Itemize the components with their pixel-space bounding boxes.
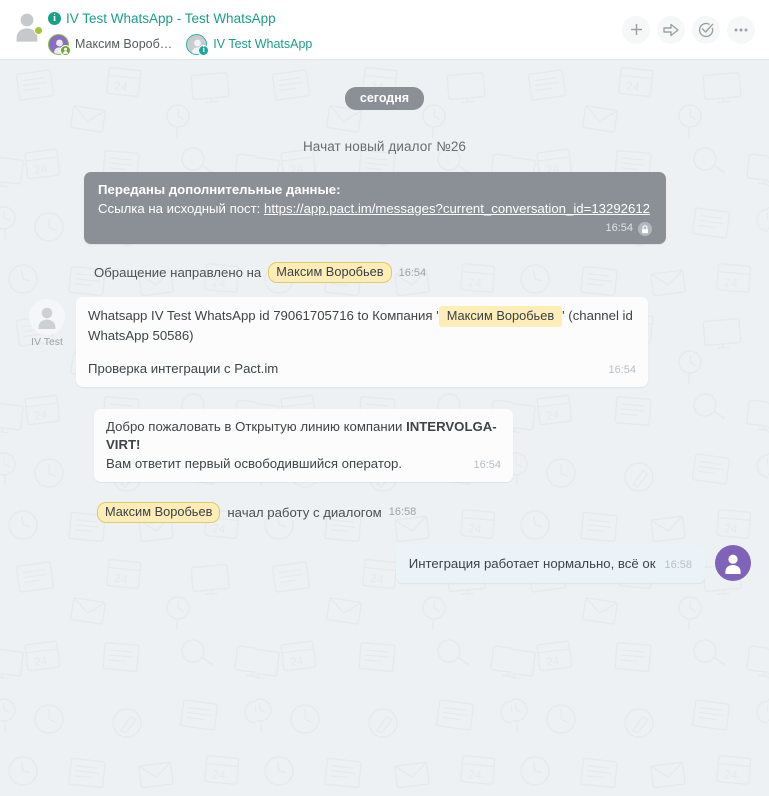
started-work-operator-chip[interactable]: Максим Воробьев: [97, 501, 221, 523]
greeting-line1-before: Добро пожаловать в Открытую линию компан…: [106, 418, 407, 434]
header-actions: [622, 15, 755, 44]
greeting-time: 16:54: [473, 459, 501, 472]
greeting-line2: Вам ответит первый освободившийся операт…: [106, 455, 403, 471]
resolve-button[interactable]: [692, 15, 720, 44]
header-text-column: i IV Test WhatsApp - Test WhatsApp Макси…: [48, 4, 312, 56]
outgoing-text: Интеграция работает нормально, всё ок: [408, 555, 656, 571]
started-work-time: 16:58: [388, 506, 417, 519]
day-divider: сегодня: [18, 78, 751, 110]
greeting-message-row: Добро пожаловать в Открытую линию компан…: [18, 408, 751, 482]
chat-window: 24 i IV Test WhatsApp - Test WhatsApp Ма…: [0, 0, 769, 796]
incoming-info-line1-before: Whatsapp IV Test WhatsApp id 79061705716…: [88, 308, 439, 324]
assignment-operator-chip[interactable]: Максим Воробьев: [268, 262, 392, 284]
client-avatar: [12, 10, 43, 44]
incoming-info-line2: Проверка интеграции с Pact.im: [88, 360, 279, 376]
page-title[interactable]: IV Test WhatsApp - Test WhatsApp: [66, 11, 276, 26]
badge-green-user-icon: [60, 44, 71, 56]
incoming-message-row: IV Test Whatsapp IV Test WhatsApp id 790…: [18, 297, 751, 387]
badge-teal-info-icon: i: [198, 44, 210, 56]
check-circle-icon: [698, 22, 714, 37]
user-gray-avatar-icon: [38, 307, 56, 330]
extra-data-link-label: Ссылка на исходный пост:: [98, 200, 261, 216]
plus-icon: [630, 24, 642, 35]
extra-data-meta: 16:54: [98, 221, 652, 237]
extra-data-message-row: Переданы дополнительные данные: Ссылка н…: [18, 172, 751, 245]
assignment-time: 16:54: [398, 266, 427, 279]
conversation-header: i IV Test WhatsApp - Test WhatsApp Макси…: [0, 0, 769, 60]
incoming-avatar-column: IV Test: [18, 297, 76, 386]
message-list[interactable]: сегодня Начат новый диалог №26 Переданы …: [0, 60, 769, 796]
badge-info-glyph: i: [202, 45, 205, 54]
incoming-info-line1: Whatsapp IV Test WhatsApp id 79061705716…: [88, 306, 636, 346]
forward-button[interactable]: [657, 15, 685, 44]
participant-name-client[interactable]: IV Test WhatsApp: [213, 37, 312, 51]
incoming-info-bubble: Whatsapp IV Test WhatsApp id 79061705716…: [76, 297, 648, 387]
greeting-line1: Добро пожаловать в Открытую линию компан…: [106, 418, 501, 455]
participants-row: Максим Вороб… i IV Test WhatsApp: [48, 33, 312, 56]
greeting-bubble: Добро пожаловать в Открытую линию компан…: [94, 408, 513, 482]
incoming-info-line2-row: Проверка интеграции с Pact.im 16:54: [88, 360, 636, 379]
assignment-prefix: Обращение направлено на: [94, 265, 262, 281]
outgoing-time: 16:58: [664, 558, 692, 571]
participant-avatar-operator[interactable]: [48, 33, 71, 56]
outgoing-bubble: Интеграция работает нормально, всё ок 16…: [395, 544, 705, 584]
title-row: i IV Test WhatsApp - Test WhatsApp: [48, 8, 312, 28]
extra-data-title: Переданы дополнительные данные:: [98, 182, 341, 197]
online-status-dot: [34, 26, 43, 35]
system-new-dialog: Начат новый диалог №26: [302, 139, 467, 154]
operator-avatar[interactable]: [715, 544, 751, 581]
greeting-line2-row: Вам ответит первый освободившийся операт…: [106, 455, 501, 474]
extra-data-bubble: Переданы дополнительные данные: Ссылка н…: [84, 172, 666, 245]
incoming-info-time: 16:54: [608, 363, 636, 376]
extra-data-time: 16:54: [605, 222, 633, 235]
arrow-right-icon: [663, 23, 679, 36]
source-post-link[interactable]: https://app.pact.im/messages?current_con…: [264, 201, 650, 216]
participant-avatar-client[interactable]: i: [186, 33, 210, 56]
client-avatar-label: IV Test: [31, 336, 63, 349]
more-button[interactable]: [727, 15, 755, 44]
outgoing-message-row: Интеграция работает нормально, всё ок 16…: [18, 544, 751, 584]
incoming-info-operator-chip[interactable]: Максим Воробьев: [438, 306, 563, 328]
header-identity: i IV Test WhatsApp - Test WhatsApp Макси…: [12, 4, 312, 56]
lock-icon: [638, 222, 652, 237]
ellipsis-icon: [734, 28, 748, 31]
info-icon: i: [48, 11, 61, 25]
extra-data-link-line: Ссылка на исходный пост: https://app.pac…: [98, 200, 652, 219]
assignment-row: Обращение направлено на Максим Воробьев …: [18, 262, 751, 284]
day-divider-label: сегодня: [344, 87, 425, 110]
add-button[interactable]: [622, 15, 650, 44]
started-work-text: начал работу с диалогом: [227, 504, 382, 520]
participant-name-operator[interactable]: Максим Вороб…: [75, 37, 172, 51]
started-work-row: Максим Воробьев начал работу с диалогом …: [18, 501, 751, 523]
operator-avatar-icon: [725, 554, 741, 574]
client-message-avatar[interactable]: [29, 299, 65, 336]
